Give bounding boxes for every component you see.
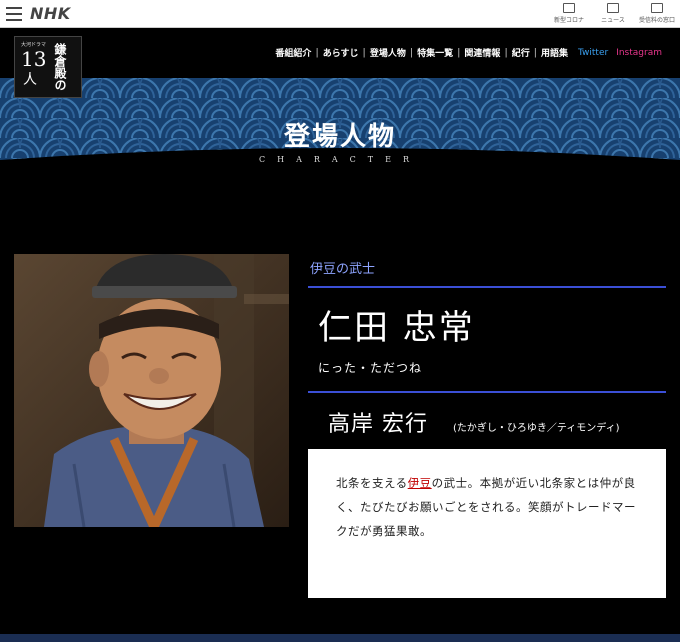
nav-item-program[interactable]: 番組紹介 xyxy=(273,46,313,59)
section-banner: 登場人物 CHARACTER xyxy=(0,78,680,170)
news-icon xyxy=(607,3,619,13)
top-links: 新型コロナ ニュース 受信料の窓口 xyxy=(552,2,676,24)
top-link-label: 新型コロナ xyxy=(553,17,584,24)
show-logo-title: 鎌倉殿の xyxy=(53,43,67,91)
actor-name-reading: (たかぎし・ひろゆき／ティモンディ) xyxy=(453,423,620,434)
nav-item-kiko[interactable]: 紀行 xyxy=(510,46,532,59)
description-box: 北条を支える伊豆の武士。本拠が近い北条家とは仲が良く、たびたびお願いごとをされる… xyxy=(308,449,666,598)
nhk-logo[interactable]: NHK xyxy=(30,4,71,23)
top-link-news[interactable]: ニュース xyxy=(596,2,630,24)
instagram-link[interactable]: Instagram xyxy=(616,48,662,58)
character-name: 仁田 忠常 xyxy=(318,308,475,348)
nav-item-synopsis[interactable]: あらすじ xyxy=(321,46,361,59)
character-photo xyxy=(14,254,289,527)
show-header: 大河ドラマ 13 人 鎌倉殿の 番組紹介 | あらすじ | 登場人物 | 特集一覧 | … xyxy=(0,28,680,98)
bottom-band xyxy=(0,634,680,642)
character-name-reading: にった・ただつね xyxy=(318,361,423,375)
page-title: 登場人物 xyxy=(283,122,396,152)
character-role: 伊豆の武士 xyxy=(310,262,376,277)
nhk-global-bar: NHK 新型コロナ ニュース 受信料の窓口 xyxy=(0,0,680,28)
reception-icon xyxy=(651,3,663,13)
description-text: 北条を支える伊豆の武士。本拠が近い北条家とは仲が良く、たびたびお願いごとをされる… xyxy=(336,471,644,543)
document-icon xyxy=(563,3,575,13)
top-link-reception[interactable]: 受信料の窓口 xyxy=(639,2,676,24)
top-link-covid[interactable]: 新型コロナ xyxy=(552,2,586,24)
divider xyxy=(308,391,666,393)
page-subtitle: CHARACTER xyxy=(259,155,421,164)
description-pre: 北条を支える xyxy=(336,476,408,490)
show-logo[interactable]: 大河ドラマ 13 人 鎌倉殿の xyxy=(14,36,82,98)
top-link-label: 受信料の窓口 xyxy=(639,17,676,24)
nav-item-characters[interactable]: 登場人物 xyxy=(368,46,408,59)
menu-icon[interactable] xyxy=(6,7,22,21)
actor-name: 高岸 宏行 xyxy=(328,412,428,437)
main-nav: 番組紹介 | あらすじ | 登場人物 | 特集一覧 | 関連情報 | 紀行 | 用語集 Tw… xyxy=(273,46,662,60)
izu-link[interactable]: 伊豆 xyxy=(408,476,432,490)
nav-item-glossary[interactable]: 用語集 xyxy=(539,46,570,59)
divider xyxy=(308,286,666,288)
nav-item-features[interactable]: 特集一覧 xyxy=(415,46,455,59)
show-logo-person: 人 xyxy=(23,72,37,88)
nav-item-related[interactable]: 関連情報 xyxy=(462,46,502,59)
top-link-label: ニュース xyxy=(601,17,625,24)
twitter-link[interactable]: Twitter xyxy=(578,48,608,58)
show-logo-number: 13 xyxy=(21,47,47,71)
